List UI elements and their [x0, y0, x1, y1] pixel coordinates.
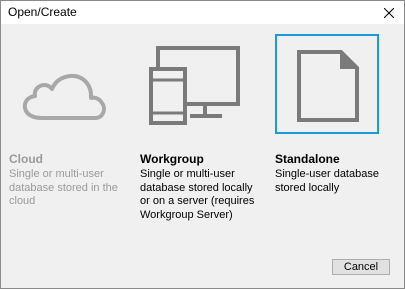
title-bar: Open/Create	[1, 1, 404, 24]
option-workgroup-icon-box	[140, 34, 244, 134]
option-workgroup-title: Workgroup	[140, 152, 204, 166]
close-icon	[384, 7, 394, 18]
option-cloud[interactable]: Cloud Single or multi-user database stor…	[9, 24, 129, 224]
dialog-title: Open/Create	[8, 5, 77, 19]
devices-icon	[149, 46, 240, 125]
database-type-options: Cloud Single or multi-user database stor…	[1, 24, 404, 224]
option-workgroup[interactable]: Workgroup Single or multi-user database …	[140, 24, 260, 224]
option-standalone-icon-box	[275, 34, 379, 134]
option-cloud-title: Cloud	[9, 152, 43, 166]
close-button[interactable]	[374, 1, 404, 24]
cloud-icon	[22, 73, 106, 120]
option-standalone-description: Single-user database stored locally	[275, 168, 379, 194]
option-standalone[interactable]: Standalone Single-user database stored l…	[275, 24, 395, 224]
option-workgroup-description: Single or multi-user database stored loc…	[140, 168, 255, 221]
document-icon	[297, 49, 360, 122]
open-create-dialog: Open/Create Cloud Single or multi-user d…	[0, 0, 405, 289]
option-cloud-description: Single or multi-user database stored in …	[9, 168, 118, 207]
option-standalone-title: Standalone	[275, 152, 340, 166]
option-cloud-icon-box	[9, 34, 113, 134]
cancel-button[interactable]: Cancel	[332, 259, 390, 275]
